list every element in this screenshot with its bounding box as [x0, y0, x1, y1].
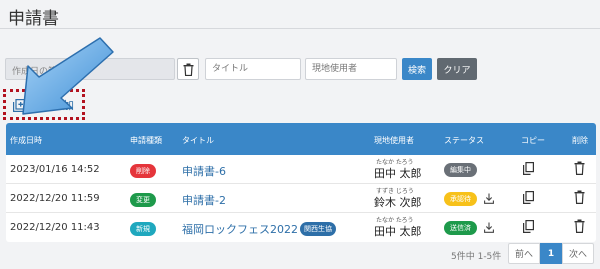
title-link[interactable]: 申請書-2: [182, 192, 226, 208]
table-row: 2022/12/20 11:43 新規 福岡ロックフェス2022 関西生協 たなか…: [6, 213, 596, 242]
created-at: 2022/12/20 11:59: [10, 193, 100, 204]
clear-button[interactable]: クリア: [437, 58, 477, 80]
type-badge: 削除: [130, 164, 156, 178]
copy-icon[interactable]: [523, 220, 534, 233]
user-name: 鈴木 次郎: [374, 196, 422, 209]
current-page-button[interactable]: 1: [540, 243, 562, 264]
header-title[interactable]: タイトル: [182, 135, 214, 146]
delete-icon[interactable]: [574, 190, 585, 204]
table-header: 作成日時 申請種類 タイトル 現地使用者 ステータス コピー 削除: [6, 123, 596, 155]
clear-date-button[interactable]: [177, 58, 199, 80]
title-tag-badge: 関西生協: [300, 222, 336, 236]
copy-icon[interactable]: [523, 191, 534, 204]
header-user[interactable]: 現地使用者: [374, 135, 414, 146]
download-icon[interactable]: [484, 222, 494, 233]
header-copy: コピー: [521, 136, 545, 145]
search-button[interactable]: 検索: [402, 58, 432, 80]
created-at: 2022/12/20 11:43: [10, 222, 100, 233]
pointer-arrow-icon: [22, 37, 114, 115]
pagination-info: 5件中 1-5件: [451, 252, 502, 262]
header-type[interactable]: 申請種類: [130, 135, 162, 146]
created-at: 2023/01/16 14:52: [10, 164, 100, 175]
title-input[interactable]: [205, 58, 301, 80]
applications-table: 作成日時 申請種類 タイトル 現地使用者 ステータス コピー 削除 2023/0…: [6, 123, 596, 242]
header-created-at[interactable]: 作成日時: [10, 135, 42, 146]
next-page-button[interactable]: 次へ: [562, 243, 594, 264]
user-input[interactable]: [305, 58, 397, 80]
prev-page-button[interactable]: 前へ: [508, 243, 540, 264]
title-text: 福岡ロックフェス2022: [182, 223, 298, 236]
title-link[interactable]: 申請書-6: [182, 163, 226, 179]
copy-icon[interactable]: [523, 162, 534, 175]
table-row: 2022/12/20 11:59 変更 申請書-2 すずき じろう 鈴木 次郎 …: [6, 184, 596, 213]
delete-icon[interactable]: [574, 219, 585, 233]
header-delete: 削除: [572, 136, 588, 145]
type-badge: 変更: [130, 193, 156, 207]
status-badge: 編集中: [444, 163, 477, 177]
status-badge: 送信済: [444, 221, 477, 235]
user-name: 田中 太郎: [374, 225, 422, 238]
user-name: 田中 太郎: [374, 167, 422, 180]
status-badge: 承認待: [444, 192, 477, 206]
header-status[interactable]: ステータス: [444, 135, 484, 146]
type-badge: 新規: [130, 222, 156, 236]
table-row: 2023/01/16 14:52 削除 申請書-6 たなか たろう 田中 太郎 …: [6, 155, 596, 184]
delete-icon[interactable]: [574, 161, 585, 175]
title-link[interactable]: 福岡ロックフェス2022 関西生協: [182, 221, 336, 237]
download-icon[interactable]: [484, 193, 494, 204]
trash-icon: [183, 63, 193, 76]
